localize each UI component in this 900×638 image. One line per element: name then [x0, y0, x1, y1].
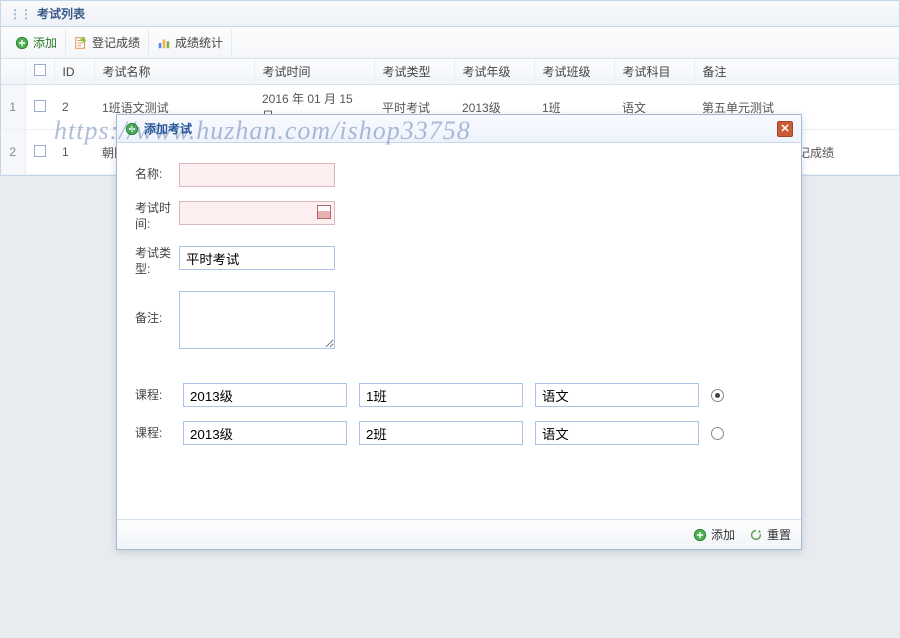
edit-doc-icon	[74, 36, 88, 50]
course-class-input[interactable]	[359, 383, 523, 407]
course-row: 课程:	[135, 383, 783, 407]
dialog-body: 名称: 考试时间: 考试类型: 备注: 课程: 课程:	[117, 143, 801, 519]
calendar-icon[interactable]	[317, 205, 331, 219]
cell-check[interactable]	[25, 85, 54, 130]
form-row-type: 考试类型:	[135, 246, 783, 277]
dialog-add-button[interactable]: 添加	[693, 526, 735, 543]
label-course: 课程:	[135, 388, 171, 404]
course-class-input[interactable]	[359, 421, 523, 445]
col-class[interactable]: 考试班级	[534, 59, 614, 85]
grip-icon: ⋮⋮	[9, 7, 31, 21]
col-time[interactable]: 考试时间	[254, 59, 374, 85]
course-subject-input[interactable]	[535, 421, 699, 445]
date-wrapper	[179, 201, 335, 225]
dialog-reset-button[interactable]: 重置	[749, 526, 791, 543]
button-label: 添加	[711, 526, 735, 543]
toolbar: 添加 登记成绩 成绩统计	[1, 27, 899, 59]
col-rownum	[1, 59, 25, 85]
register-score-button[interactable]: 登记成绩	[66, 30, 149, 55]
close-button[interactable]: ✕	[777, 121, 793, 137]
button-label: 添加	[33, 34, 57, 51]
dialog-title-area: 添加考试	[125, 120, 192, 137]
cell-rownum: 2	[1, 130, 25, 175]
dialog-title: 添加考试	[144, 120, 192, 137]
col-check[interactable]	[25, 59, 54, 85]
button-label: 成绩统计	[175, 34, 223, 51]
course-grade-input[interactable]	[183, 421, 347, 445]
panel-title: 考试列表	[37, 5, 85, 22]
panel-header: ⋮⋮ 考试列表	[1, 1, 899, 27]
label-course: 课程:	[135, 426, 171, 442]
plus-circle-icon	[125, 122, 139, 136]
col-subject[interactable]: 考试科目	[614, 59, 694, 85]
cell-id: 1	[54, 130, 94, 175]
course-grade-input[interactable]	[183, 383, 347, 407]
remark-textarea[interactable]	[179, 291, 335, 349]
course-row: 课程:	[135, 421, 783, 445]
plus-circle-icon	[693, 528, 707, 542]
spacer	[135, 363, 783, 369]
col-grade[interactable]: 考试年级	[454, 59, 534, 85]
add-exam-dialog: 添加考试 ✕ 名称: 考试时间: 考试类型: 备注: 课程:	[116, 114, 802, 550]
add-button[interactable]: 添加	[7, 30, 66, 55]
time-input[interactable]	[179, 201, 335, 225]
cell-rownum: 1	[1, 85, 25, 130]
course-radio[interactable]	[711, 389, 724, 402]
bar-chart-icon	[157, 36, 171, 50]
label-type: 考试类型:	[135, 246, 171, 277]
col-id[interactable]: ID	[54, 59, 94, 85]
score-stats-button[interactable]: 成绩统计	[149, 30, 232, 55]
type-input[interactable]	[179, 246, 335, 270]
checkbox-icon[interactable]	[34, 100, 46, 112]
label-time: 考试时间:	[135, 201, 171, 232]
form-row-name: 名称:	[135, 163, 783, 187]
dialog-footer: 添加 重置	[117, 519, 801, 549]
button-label: 登记成绩	[92, 34, 140, 51]
form-row-remark: 备注:	[135, 291, 783, 349]
refresh-icon	[749, 528, 763, 542]
label-name: 名称:	[135, 167, 171, 183]
cell-id: 2	[54, 85, 94, 130]
col-name[interactable]: 考试名称	[94, 59, 254, 85]
form-row-time: 考试时间:	[135, 201, 783, 232]
plus-circle-icon	[15, 36, 29, 50]
close-icon: ✕	[780, 122, 789, 135]
cell-check[interactable]	[25, 130, 54, 175]
dialog-header[interactable]: 添加考试 ✕	[117, 115, 801, 143]
label-remark: 备注:	[135, 291, 171, 327]
col-remark[interactable]: 备注	[694, 59, 899, 85]
table-header-row: ID 考试名称 考试时间 考试类型 考试年级 考试班级 考试科目 备注	[1, 59, 899, 85]
checkbox-icon[interactable]	[34, 64, 46, 76]
button-label: 重置	[767, 526, 791, 543]
course-radio[interactable]	[711, 427, 724, 440]
course-subject-input[interactable]	[535, 383, 699, 407]
col-type[interactable]: 考试类型	[374, 59, 454, 85]
name-input[interactable]	[179, 163, 335, 187]
checkbox-icon[interactable]	[34, 145, 46, 157]
